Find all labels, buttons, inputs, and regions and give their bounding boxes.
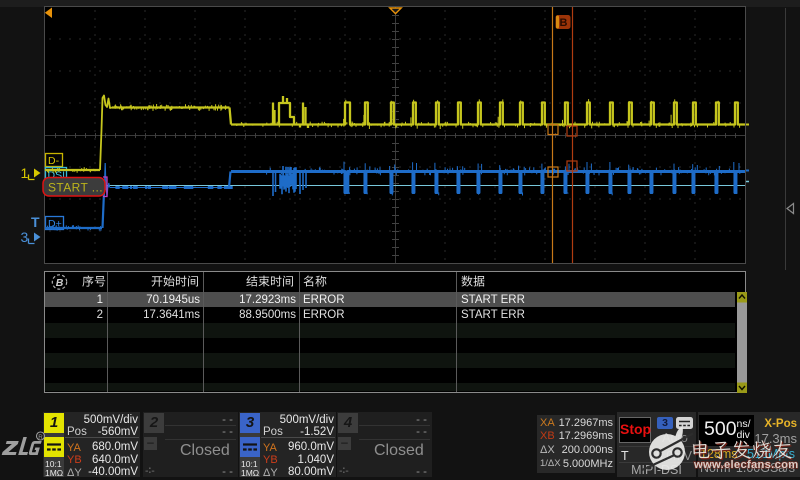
svg-text:B: B (56, 277, 64, 289)
svg-text:B: B (560, 17, 568, 29)
svg-text:T: T (31, 214, 40, 230)
svg-text:1: 1 (21, 165, 29, 181)
svg-text:3: 3 (21, 229, 29, 245)
svg-text:R: R (38, 434, 43, 441)
svg-text:D-: D- (48, 155, 60, 167)
svg-text:START ...: START ... (48, 181, 103, 195)
